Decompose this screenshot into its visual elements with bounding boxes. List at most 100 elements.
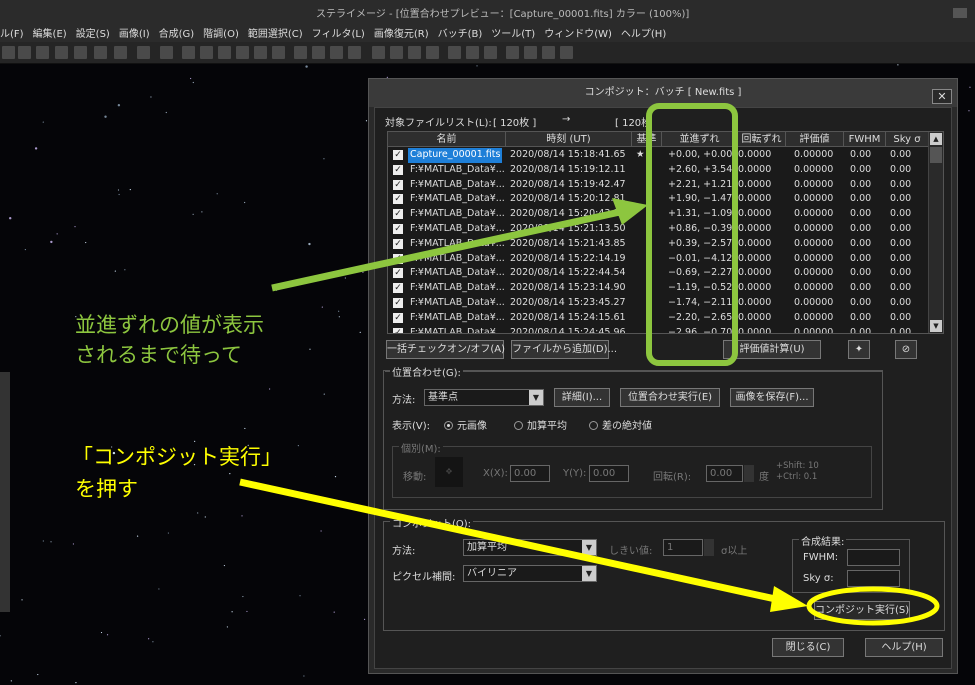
toolbar-button-icon[interactable] — [55, 46, 68, 59]
toolbar-button-icon[interactable] — [484, 46, 497, 59]
checkbox-icon[interactable]: ✓ — [393, 179, 403, 190]
threshold-input[interactable]: 1 — [663, 539, 703, 556]
toolbar-button-icon[interactable] — [74, 46, 87, 59]
menu-item[interactable]: 画像(I) — [119, 25, 150, 40]
menu-item[interactable]: ウィンドウ(W) — [544, 25, 612, 40]
help-button[interactable]: ヘルプ(H) — [865, 638, 943, 657]
move-pad[interactable]: ✥ — [435, 457, 463, 487]
menu-item[interactable]: 画像復元(R) — [374, 25, 429, 40]
column-header[interactable]: 基準 — [632, 132, 662, 147]
toolbar-button-icon[interactable] — [294, 46, 307, 59]
menu-item[interactable]: ル(F) — [0, 25, 24, 40]
toolbar-button-icon[interactable] — [372, 46, 385, 59]
menu-item[interactable]: 設定(S) — [76, 25, 110, 40]
align-run-button[interactable]: 位置合わせ実行(E) — [620, 388, 720, 407]
scroll-up-icon[interactable]: ▲ — [930, 133, 942, 145]
toolbar-button-icon[interactable] — [560, 46, 573, 59]
checkbox-icon[interactable]: ✓ — [393, 283, 403, 294]
table-row[interactable]: ✓ F:¥MATLAB_Data¥... 2020/08/14 15:19:42.4… — [388, 178, 928, 193]
menu-item[interactable]: 範囲選択(C) — [248, 25, 303, 40]
column-header[interactable]: 名前 — [388, 132, 506, 147]
tool-palette[interactable] — [0, 372, 10, 612]
clear-wand-icon[interactable]: ⊘ — [895, 340, 917, 359]
close-button[interactable]: 閉じる(C) — [772, 638, 844, 657]
menu-item[interactable]: バッチ(B) — [438, 25, 483, 40]
table-row[interactable]: ✓ Capture_00001.fits 2020/08/14 15:18:41.6… — [388, 148, 928, 163]
toolbar-button-icon[interactable] — [160, 46, 173, 59]
scroll-down-icon[interactable]: ▼ — [930, 320, 942, 332]
star-wand-icon[interactable]: ✦ — [848, 340, 870, 359]
y-input[interactable]: 0.00 — [589, 465, 629, 482]
toolbar-button-icon[interactable] — [426, 46, 439, 59]
detail-button[interactable]: 詳細(I)... — [554, 388, 610, 407]
composite-run-button[interactable]: コンポジット実行(S) — [814, 601, 910, 620]
toolbar-button-icon[interactable] — [408, 46, 421, 59]
column-header[interactable]: FWHM — [844, 132, 886, 147]
column-header[interactable]: 回転ずれ — [738, 132, 786, 147]
toolbar-button-icon[interactable] — [200, 46, 213, 59]
checkbox-icon[interactable]: ✓ — [393, 150, 403, 160]
toolbar-button-icon[interactable] — [312, 46, 325, 59]
checkbox-icon[interactable]: ✓ — [393, 327, 403, 333]
table-row[interactable]: ✓ F:¥MATLAB_Data¥... 2020/08/14 15:22:44.5… — [388, 266, 928, 281]
menu-item[interactable]: 合成(G) — [159, 25, 195, 40]
toolbar-button-icon[interactable] — [137, 46, 150, 59]
toolbar-button-icon[interactable] — [448, 46, 461, 59]
toolbar-button-icon[interactable] — [524, 46, 537, 59]
checkbox-icon[interactable]: ✓ — [393, 253, 403, 264]
checkbox-icon[interactable]: ✓ — [393, 312, 403, 323]
threshold-spinner[interactable] — [704, 539, 714, 556]
table-row[interactable]: ✓ F:¥MATLAB_Data¥... 2020/08/14 15:19:12.1… — [388, 163, 928, 178]
toolbar-button-icon[interactable] — [390, 46, 403, 59]
minimize-button[interactable] — [953, 8, 967, 18]
checkbox-icon[interactable]: ✓ — [393, 209, 403, 220]
toolbar-button-icon[interactable] — [2, 46, 15, 59]
checkbox-icon[interactable]: ✓ — [393, 194, 403, 205]
display-radio-average[interactable]: 加算平均 — [514, 417, 567, 432]
toolbar-button-icon[interactable] — [218, 46, 231, 59]
display-radio-original[interactable]: 元画像 — [444, 417, 487, 432]
display-radio-absdiff[interactable]: 差の絶対値 — [589, 417, 652, 432]
toolbar-button-icon[interactable] — [466, 46, 479, 59]
table-row[interactable]: ✓ F:¥MATLAB_Data¥... 2020/08/14 15:23:45.2… — [388, 296, 928, 311]
table-row[interactable]: ✓ F:¥MATLAB_Data¥... 2020/08/14 15:22:14.1… — [388, 252, 928, 267]
table-row[interactable]: ✓ F:¥MATLAB_Data¥... 2020/08/14 15:24:15.6… — [388, 311, 928, 326]
checkbox-icon[interactable]: ✓ — [393, 238, 403, 249]
rotation-spinner[interactable] — [744, 465, 754, 482]
menu-item[interactable]: 編集(E) — [33, 25, 67, 40]
toolbar-button-icon[interactable] — [36, 46, 49, 59]
toolbar-button-icon[interactable] — [254, 46, 267, 59]
x-input[interactable]: 0.00 — [510, 465, 550, 482]
checkbox-icon[interactable]: ✓ — [393, 224, 403, 234]
composite-method-select[interactable]: 加算平均 ▼ — [463, 539, 597, 556]
toolbar-button-icon[interactable] — [272, 46, 285, 59]
table-row[interactable]: ✓ F:¥MATLAB_Data¥... 2020/08/14 15:24:45.9… — [388, 326, 928, 333]
column-header[interactable]: Sky σ — [886, 132, 929, 147]
menu-item[interactable]: 階調(O) — [203, 25, 239, 40]
menu-item[interactable]: フィルタ(L) — [312, 25, 365, 40]
save-image-button[interactable]: 画像を保存(F)... — [730, 388, 814, 407]
toolbar-button-icon[interactable] — [506, 46, 519, 59]
column-header[interactable]: 評価値 — [786, 132, 844, 147]
checkbox-icon[interactable]: ✓ — [393, 298, 403, 308]
menu-item[interactable]: ヘルプ(H) — [621, 25, 666, 40]
toolbar-button-icon[interactable] — [114, 46, 127, 59]
add-from-file-button[interactable]: ファイルから追加(D)... — [511, 340, 617, 359]
check-all-button[interactable]: 一括チェックオン/オフ(A) — [386, 340, 505, 359]
table-row[interactable]: ✓ F:¥MATLAB_Data¥... 2020/08/14 15:20:43.1… — [388, 207, 928, 222]
table-row[interactable]: ✓ F:¥MATLAB_Data¥... 2020/08/14 15:21:43.8… — [388, 237, 928, 252]
toolbar-button-icon[interactable] — [542, 46, 555, 59]
checkbox-icon[interactable]: ✓ — [393, 268, 403, 279]
scroll-thumb[interactable] — [930, 147, 942, 163]
toolbar-button-icon[interactable] — [330, 46, 343, 59]
toolbar-button-icon[interactable] — [348, 46, 361, 59]
file-list-table[interactable]: 名前 時刻 (UT) 基準 並進ずれ 回転ずれ 評価値 FWHM Sky σ ✓ Capture… — [387, 131, 944, 334]
table-row[interactable]: ✓ F:¥MATLAB_Data¥... 2020/08/14 15:21:13.5… — [388, 222, 928, 237]
table-row[interactable]: ✓ F:¥MATLAB_Data¥... 2020/08/14 15:20:12.8… — [388, 192, 928, 207]
column-header[interactable]: 並進ずれ — [662, 132, 738, 147]
toolbar-button-icon[interactable] — [18, 46, 31, 59]
column-header[interactable]: 時刻 (UT) — [506, 132, 632, 147]
toolbar-button-icon[interactable] — [94, 46, 107, 59]
align-method-select[interactable]: 基準点 ▼ — [424, 389, 544, 406]
close-icon[interactable]: ✕ — [932, 89, 952, 104]
